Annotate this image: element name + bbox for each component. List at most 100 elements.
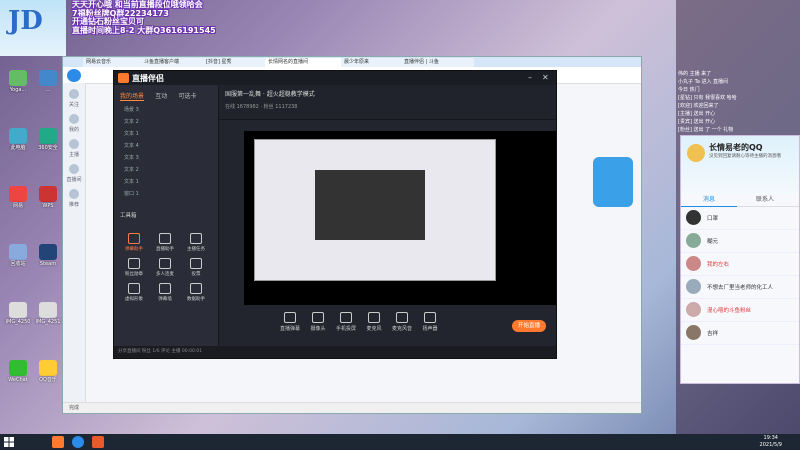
tab-contacts[interactable]: 联系人	[737, 194, 793, 206]
windows-start-icon[interactable]	[4, 437, 14, 447]
tool-button[interactable]: 直播助手	[150, 233, 180, 252]
sidebar-item[interactable]: 关注	[63, 89, 85, 108]
browser-tab[interactable]: 直播伴侣 | 斗鱼	[401, 58, 474, 67]
browser-tab[interactable]: 网易云音乐	[83, 58, 142, 67]
tool-label: 数据助手	[187, 297, 205, 302]
browser-tab[interactable]: 斗鱼直播客户端	[141, 58, 204, 67]
desktop-app-icon	[39, 186, 57, 202]
desktop-icon[interactable]: Yoga...	[3, 70, 33, 93]
scene-item[interactable]: 窗口 1	[124, 190, 218, 197]
app-logo-icon	[118, 73, 129, 83]
browser-tab[interactable]: 晨少年原来	[341, 58, 402, 67]
bottom-button[interactable]: 麦克风	[363, 312, 385, 332]
app-bottom-bar: 直播弹幕 摄像头 手机投屏 麦克风 麦克风音 扬声器 开始直播	[219, 306, 556, 346]
close-icon[interactable]: ✕	[542, 74, 550, 82]
browser-tab-active[interactable]: 长情网名的直播间	[265, 58, 342, 67]
desktop-icon-label: WPS	[42, 203, 54, 209]
desktop-icon[interactable]: 此电脑	[3, 128, 33, 151]
browser-sidebar: 关注 我的 主播 直播间 推荐	[63, 83, 86, 403]
desktop-icon[interactable]: 回收站	[3, 244, 33, 267]
stream-title[interactable]: 国服第一乱舞 · 超火超稳教学模式	[225, 89, 315, 98]
nested-preview-inner	[315, 170, 425, 240]
bottom-button[interactable]: 麦克风音	[391, 312, 413, 332]
tool-button[interactable]: 虚拟形象	[119, 283, 149, 302]
desktop-icon[interactable]: 360安全	[33, 128, 63, 151]
desktop-app-icon	[39, 244, 57, 260]
scene-item[interactable]: 文本 1	[124, 178, 218, 185]
contact-row[interactable]: 漫心嘻的斗鱼粉丝	[681, 299, 799, 322]
bottom-button[interactable]: 直播弹幕	[279, 312, 301, 332]
desktop-icon[interactable]: Steam	[33, 244, 63, 267]
tool-button[interactable]: 数据助手	[181, 283, 211, 302]
bottom-button[interactable]: 手机投屏	[335, 312, 357, 332]
contact-row[interactable]: 不想去厂里当老师的化工人	[681, 276, 799, 299]
bottom-button[interactable]: 摄像头	[307, 312, 329, 332]
scene-item[interactable]: 文本 4	[124, 142, 218, 149]
taskbar-browser-icon[interactable]	[72, 436, 84, 448]
scene-item[interactable]: 文本 1	[124, 130, 218, 137]
contact-name: 口罩	[707, 216, 719, 222]
contact-row[interactable]: 我的左右	[681, 253, 799, 276]
app-footer-text: 分享直播间 粉丝 1/6 评论 主播 00:00:01	[118, 349, 203, 354]
desktop-icon-label: ...	[45, 87, 51, 93]
desktop-icon[interactable]: ...	[33, 70, 63, 93]
tool-icon	[190, 258, 202, 269]
tab-cards[interactable]: 可选卡	[179, 91, 197, 100]
tool-icon	[159, 233, 171, 244]
stream-app-window: 直播伴侣 ✕ – 我的场景 互动 可选卡 场景 3 文本 2 文本 1 文本 4 文本 …	[113, 70, 557, 359]
tab-messages[interactable]: 消息	[681, 194, 737, 207]
desktop-icon[interactable]: IMG_4251	[33, 302, 63, 325]
sidebar-dot-icon	[69, 189, 79, 199]
desktop-icon[interactable]: IMG_4250	[3, 302, 33, 325]
avatar	[686, 325, 701, 340]
tool-button[interactable]: 多人连麦	[150, 258, 180, 277]
taskbar-clock[interactable]: 19:34 2021/5/9	[760, 435, 782, 449]
desktop-icon[interactable]: QQ音乐	[33, 360, 63, 383]
bottom-button-icon	[396, 312, 408, 323]
qq-header: 长情易老的QQ 没见到回复请耐心等待主播的消息哦	[681, 136, 799, 194]
bottom-button[interactable]: 扬声器	[419, 312, 441, 332]
contact-name: 我的左右	[707, 262, 730, 268]
tool-button[interactable]: 弹幕助手	[119, 233, 149, 252]
scene-item[interactable]: 文本 2	[124, 118, 218, 125]
sidebar-item-label: 推荐	[68, 202, 79, 208]
promo-banner-image[interactable]	[593, 157, 633, 207]
contact-row[interactable]: 吉祥	[681, 322, 799, 345]
scene-item[interactable]: 文本 3	[124, 154, 218, 161]
desktop-icon[interactable]: WPS	[33, 186, 63, 209]
taskbar-stream-app-icon[interactable]	[52, 436, 64, 448]
taskbar-app-icon[interactable]	[92, 436, 104, 448]
tool-button[interactable]: 主播任务	[181, 233, 211, 252]
qq-tabs: 消息 联系人	[681, 194, 799, 207]
tool-button[interactable]: 投票	[181, 258, 211, 277]
contact-row[interactable]: 口罩	[681, 207, 799, 230]
browser-tab-strip: 网易云音乐 斗鱼直播客户端 [抖音] 星秀 长情网名的直播间 晨少年原来 直播伴…	[63, 57, 641, 67]
desktop-icon[interactable]: WeChat	[3, 360, 33, 383]
sidebar-item[interactable]: 主播	[63, 139, 85, 158]
chat-message: [星钻] 只有 我很喜欢 哈哈	[678, 95, 737, 101]
contact-row[interactable]: 糊元	[681, 230, 799, 253]
sidebar-item[interactable]: 我的	[63, 114, 85, 133]
browser-tab[interactable]: [抖音] 星秀	[203, 58, 266, 67]
tab-interact[interactable]: 互动	[155, 91, 167, 100]
chat-message: [欢迎] 欢迎回来了	[678, 103, 719, 109]
qq-signature[interactable]: 没见到回复请耐心等待主播的消息哦	[709, 154, 795, 160]
bottom-button-label: 麦克风音	[391, 326, 412, 332]
qq-nickname: 长情易老的QQ	[709, 143, 763, 152]
go-live-button[interactable]: 开始直播	[512, 320, 546, 332]
tool-button[interactable]: 弹幕墙	[150, 283, 180, 302]
minimize-icon[interactable]: –	[528, 74, 536, 82]
sidebar-item[interactable]: 直播间	[63, 164, 85, 183]
sidebar-dot-icon	[69, 164, 79, 174]
scene-item[interactable]: 文本 2	[124, 166, 218, 173]
stream-preview[interactable]	[244, 131, 556, 305]
contact-name: 漫心嘻的斗鱼粉丝	[707, 308, 752, 314]
sidebar-item-label: 关注	[68, 102, 79, 108]
tool-button[interactable]: 粉丝勋章	[119, 258, 149, 277]
scene-item[interactable]: 场景 3	[124, 106, 218, 113]
tool-label: 多人连麦	[156, 272, 174, 277]
desktop-icon[interactable]: 网易	[3, 186, 33, 209]
sidebar-item[interactable]: 推荐	[63, 189, 85, 208]
avatar[interactable]	[687, 144, 705, 162]
tab-scenes[interactable]: 我的场景	[120, 91, 145, 101]
